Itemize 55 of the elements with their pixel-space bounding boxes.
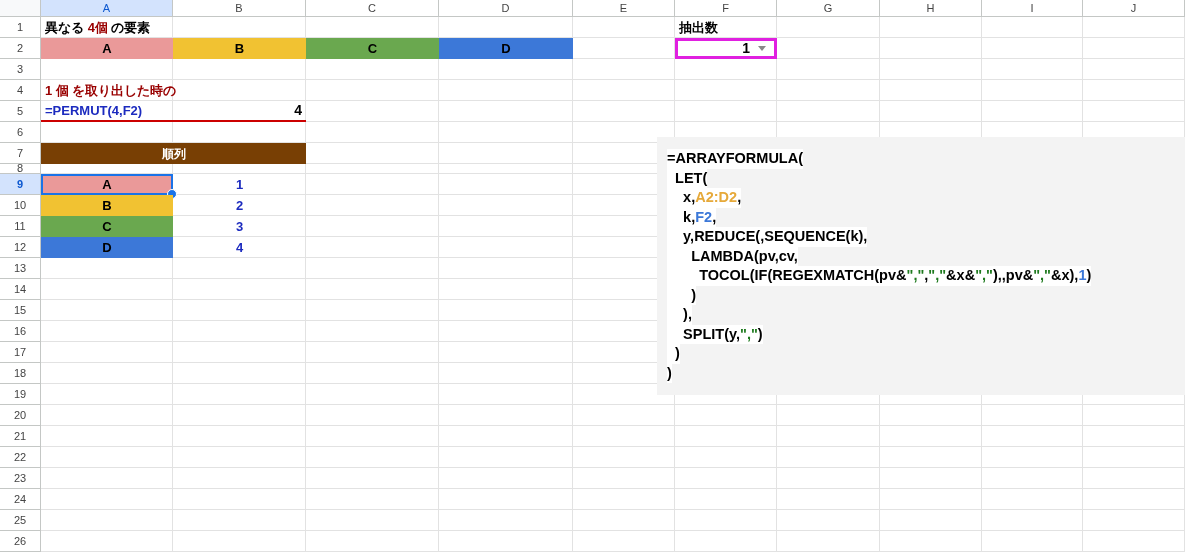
element-cell: C	[306, 38, 439, 59]
row-header[interactable]: 19	[0, 384, 41, 405]
caret-icon	[758, 46, 766, 51]
permutation-cell[interactable]: C	[41, 216, 173, 237]
column-header[interactable]: C	[306, 0, 439, 17]
subtitle-cell-text: 1 個 を取り出した時の	[44, 81, 178, 100]
number-cell-text: 1	[234, 175, 245, 194]
row-header[interactable]: 17	[0, 342, 41, 363]
row-header[interactable]: 14	[0, 279, 41, 300]
permutation-cell[interactable]: B	[41, 195, 173, 216]
number-cell-text: 3	[234, 217, 245, 236]
column-header[interactable]: J	[1083, 0, 1185, 17]
row-header[interactable]: 25	[0, 510, 41, 531]
number-cell-text: 4	[234, 238, 245, 257]
row-header[interactable]: 23	[0, 468, 41, 489]
row-header[interactable]: 3	[0, 59, 41, 80]
title-cell-text: 異なる 4個 の要素	[44, 18, 152, 37]
row-header[interactable]: 11	[0, 216, 41, 237]
row-header[interactable]: 2	[0, 38, 41, 59]
count-dropdown[interactable]: 1	[675, 38, 777, 59]
row-header[interactable]: 10	[0, 195, 41, 216]
column-header[interactable]: A	[41, 0, 173, 17]
row-header[interactable]: 7	[0, 143, 41, 164]
row-header[interactable]: 12	[0, 237, 41, 258]
row-header[interactable]: 26	[0, 531, 41, 552]
row-header[interactable]: 5	[0, 101, 41, 122]
column-header[interactable]: H	[880, 0, 982, 17]
number-cell-text: 2	[234, 196, 245, 215]
column-header[interactable]: B	[173, 0, 306, 17]
element-cell: B	[173, 38, 306, 59]
row-header[interactable]: 15	[0, 300, 41, 321]
row-header[interactable]: 16	[0, 321, 41, 342]
element-cell: D	[439, 38, 573, 59]
row-header[interactable]: 21	[0, 426, 41, 447]
permutation-cell[interactable]: D	[41, 237, 173, 258]
column-header[interactable]: F	[675, 0, 777, 17]
element-cell: A	[41, 38, 173, 59]
column-header[interactable]: E	[573, 0, 675, 17]
row-header[interactable]: 1	[0, 17, 41, 38]
result-cell-text: 4	[293, 101, 303, 120]
column-header[interactable]: G	[777, 0, 880, 17]
row-header[interactable]: 9	[0, 174, 41, 195]
row-header[interactable]: 6	[0, 122, 41, 143]
row-header[interactable]: 22	[0, 447, 41, 468]
column-header[interactable]: I	[982, 0, 1083, 17]
formula-cell-text: =PERMUT(4,F2)	[44, 101, 144, 120]
row-header[interactable]: 13	[0, 258, 41, 279]
column-header[interactable]: D	[439, 0, 573, 17]
row-header[interactable]: 8	[0, 164, 41, 174]
row-header[interactable]: 4	[0, 80, 41, 101]
count-label: 抽出数	[678, 18, 719, 37]
row-header[interactable]: 24	[0, 489, 41, 510]
row-header[interactable]: 18	[0, 363, 41, 384]
row-header[interactable]: 20	[0, 405, 41, 426]
table-header: 順列	[41, 143, 306, 164]
